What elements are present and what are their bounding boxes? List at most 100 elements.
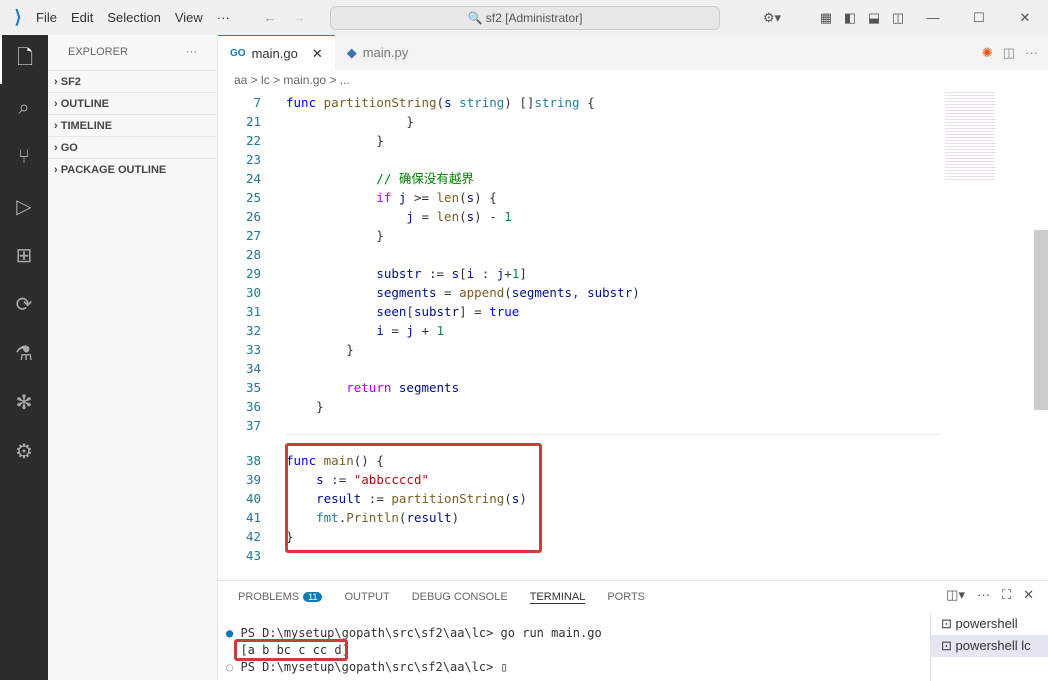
- split-terminal-icon[interactable]: ◫▾: [946, 587, 965, 603]
- terminal-name: powershell: [955, 616, 1018, 631]
- code-token: substr: [587, 285, 633, 300]
- toggle-secondary-sidebar-icon[interactable]: ◫: [886, 10, 910, 26]
- code-token: append: [459, 285, 505, 300]
- code-token: string: [534, 95, 580, 110]
- close-button[interactable]: ✕: [1002, 10, 1048, 26]
- close-panel-icon[interactable]: ✕: [1023, 587, 1034, 603]
- code-token: j: [406, 323, 414, 338]
- more-icon[interactable]: ···: [977, 587, 990, 603]
- extensions-icon[interactable]: ⊞: [0, 231, 48, 280]
- back-icon[interactable]: ←: [264, 10, 277, 25]
- code-token: true: [489, 304, 520, 319]
- panel-tab-label: TERMINAL: [529, 590, 586, 603]
- remote-icon[interactable]: ⟳: [0, 280, 48, 329]
- code-token: =: [436, 285, 460, 300]
- breadcrumb[interactable]: aa > lc > main.go > ...: [234, 73, 350, 87]
- go-file-icon: GO: [230, 48, 246, 59]
- menu-item[interactable]: View: [175, 10, 203, 25]
- maximize-button[interactable]: ☐: [956, 10, 1002, 26]
- code-token: ]: [519, 266, 527, 281]
- line-number: 24: [245, 171, 261, 186]
- code-token: :: [474, 266, 497, 281]
- code-line: 7 func partitionString(s string) []string…: [218, 93, 594, 112]
- sidebar-section[interactable]: › SF2: [48, 70, 217, 92]
- sidebar-section[interactable]: › GO: [48, 136, 217, 158]
- tab-main-go[interactable]: GO main.go ✕: [218, 35, 335, 70]
- code-token: segments: [398, 380, 460, 395]
- command-center-search[interactable]: 🔍 sf2 [Administrator]: [330, 6, 720, 30]
- code-token: // 确保没有越界: [286, 171, 474, 186]
- more-icon[interactable]: ···: [186, 35, 197, 70]
- menu-item[interactable]: Edit: [71, 10, 93, 25]
- code-token: (: [436, 95, 445, 110]
- code-token: (: [504, 285, 512, 300]
- code-token: segments: [511, 285, 573, 300]
- code-line: 43: [218, 546, 286, 565]
- forward-icon[interactable]: →: [293, 10, 306, 25]
- ai-icon[interactable]: ✻: [0, 378, 48, 427]
- sidebar-section[interactable]: › TIMELINE: [48, 114, 217, 136]
- code-line: 23: [218, 150, 286, 169]
- toggle-panel-icon[interactable]: ⬓: [862, 10, 886, 26]
- code-token: }: [286, 133, 384, 148]
- line-number: 38: [245, 453, 261, 468]
- tab-label: main.py: [362, 45, 409, 60]
- testing-icon[interactable]: ⚗: [0, 329, 48, 378]
- codelens-divider: [286, 434, 941, 435]
- vscode-logo-icon: ⟩: [14, 7, 22, 27]
- minimize-button[interactable]: —: [910, 10, 956, 25]
- code-token: ): [632, 285, 640, 300]
- terminal-item[interactable]: ⊡ powershell lc: [931, 635, 1048, 657]
- section-label: GO: [60, 142, 78, 154]
- menu-item[interactable]: Selection: [107, 10, 160, 25]
- explorer-icon[interactable]: 🗋: [0, 35, 48, 84]
- close-tab-icon[interactable]: ✕: [312, 36, 323, 70]
- code-line: 33 }: [218, 340, 354, 359]
- panel-tab[interactable]: DEBUG CONSOLE: [412, 591, 508, 603]
- customize-layout-icon[interactable]: ▦: [814, 10, 838, 26]
- menu-item[interactable]: File: [36, 10, 57, 25]
- run-debug-icon[interactable]: ▷: [0, 182, 48, 231]
- minimap[interactable]: [945, 90, 995, 180]
- status-dot-icon: ●: [226, 626, 234, 640]
- activity-bar: 🗋 ⌕ ⑂ ▷ ⊞ ⟳ ⚗ ✻ ⚙: [0, 35, 48, 680]
- bottom-panel: PROBLEMS 11 OUTPUT DEBUG CONSOLE TERMINAL POR…: [218, 580, 1048, 681]
- line-number: 32: [245, 323, 261, 338]
- panel-tab-label: DEBUG CONSOLE: [411, 591, 508, 603]
- settings-sync-icon[interactable]: ⚙: [0, 427, 48, 476]
- title-bar: ⟩ File Edit Selection View ··· ← → 🔍 sf2 [Ad…: [0, 0, 1048, 35]
- code-token: len: [436, 190, 460, 205]
- code-line: 31 seen[substr] = true: [218, 302, 519, 321]
- menu-item[interactable]: ···: [217, 10, 230, 25]
- source-control-icon[interactable]: ⑂: [0, 133, 48, 182]
- maximize-panel-icon[interactable]: ⛶: [1002, 587, 1011, 603]
- code-line: 25 if j >= len(s) {: [218, 188, 497, 207]
- sidebar: EXPLORER ··· › SF2 › OUTLINE › TIMELINE › GO…: [48, 35, 218, 680]
- split-editor-icon[interactable]: ◫: [1003, 45, 1015, 61]
- panel-tab[interactable]: OUTPUT: [344, 591, 389, 603]
- line-number: 7: [253, 95, 261, 110]
- panel-tab[interactable]: TERMINAL: [529, 590, 586, 604]
- code-token: :=: [421, 266, 452, 281]
- sidebar-section[interactable]: › OUTLINE: [48, 92, 217, 114]
- editor-scrollbar[interactable]: [1034, 230, 1048, 410]
- line-number: 21: [245, 114, 261, 129]
- search-icon[interactable]: ⌕: [0, 84, 48, 133]
- code-token: +: [413, 323, 437, 338]
- more-actions-icon[interactable]: ···: [1025, 45, 1038, 60]
- line-number: 25: [245, 190, 261, 205]
- spark-icon[interactable]: ✺: [982, 45, 993, 61]
- terminal-item[interactable]: ⊡ powershell: [931, 613, 1048, 635]
- sidebar-section[interactable]: › PACKAGE OUTLINE: [48, 158, 217, 180]
- copilot-icon[interactable]: ⚙▾: [760, 10, 784, 26]
- panel-tab[interactable]: PORTS: [607, 591, 645, 603]
- toggle-sidebar-icon[interactable]: ◧: [838, 10, 862, 26]
- tab-main-py[interactable]: ◆ main.py: [335, 35, 421, 70]
- panel-tab[interactable]: PROBLEMS 11: [238, 591, 323, 603]
- code-token: segments: [376, 285, 437, 300]
- code-line: 29 substr := s[i : j+1]: [218, 264, 527, 283]
- code-token: }: [286, 342, 354, 357]
